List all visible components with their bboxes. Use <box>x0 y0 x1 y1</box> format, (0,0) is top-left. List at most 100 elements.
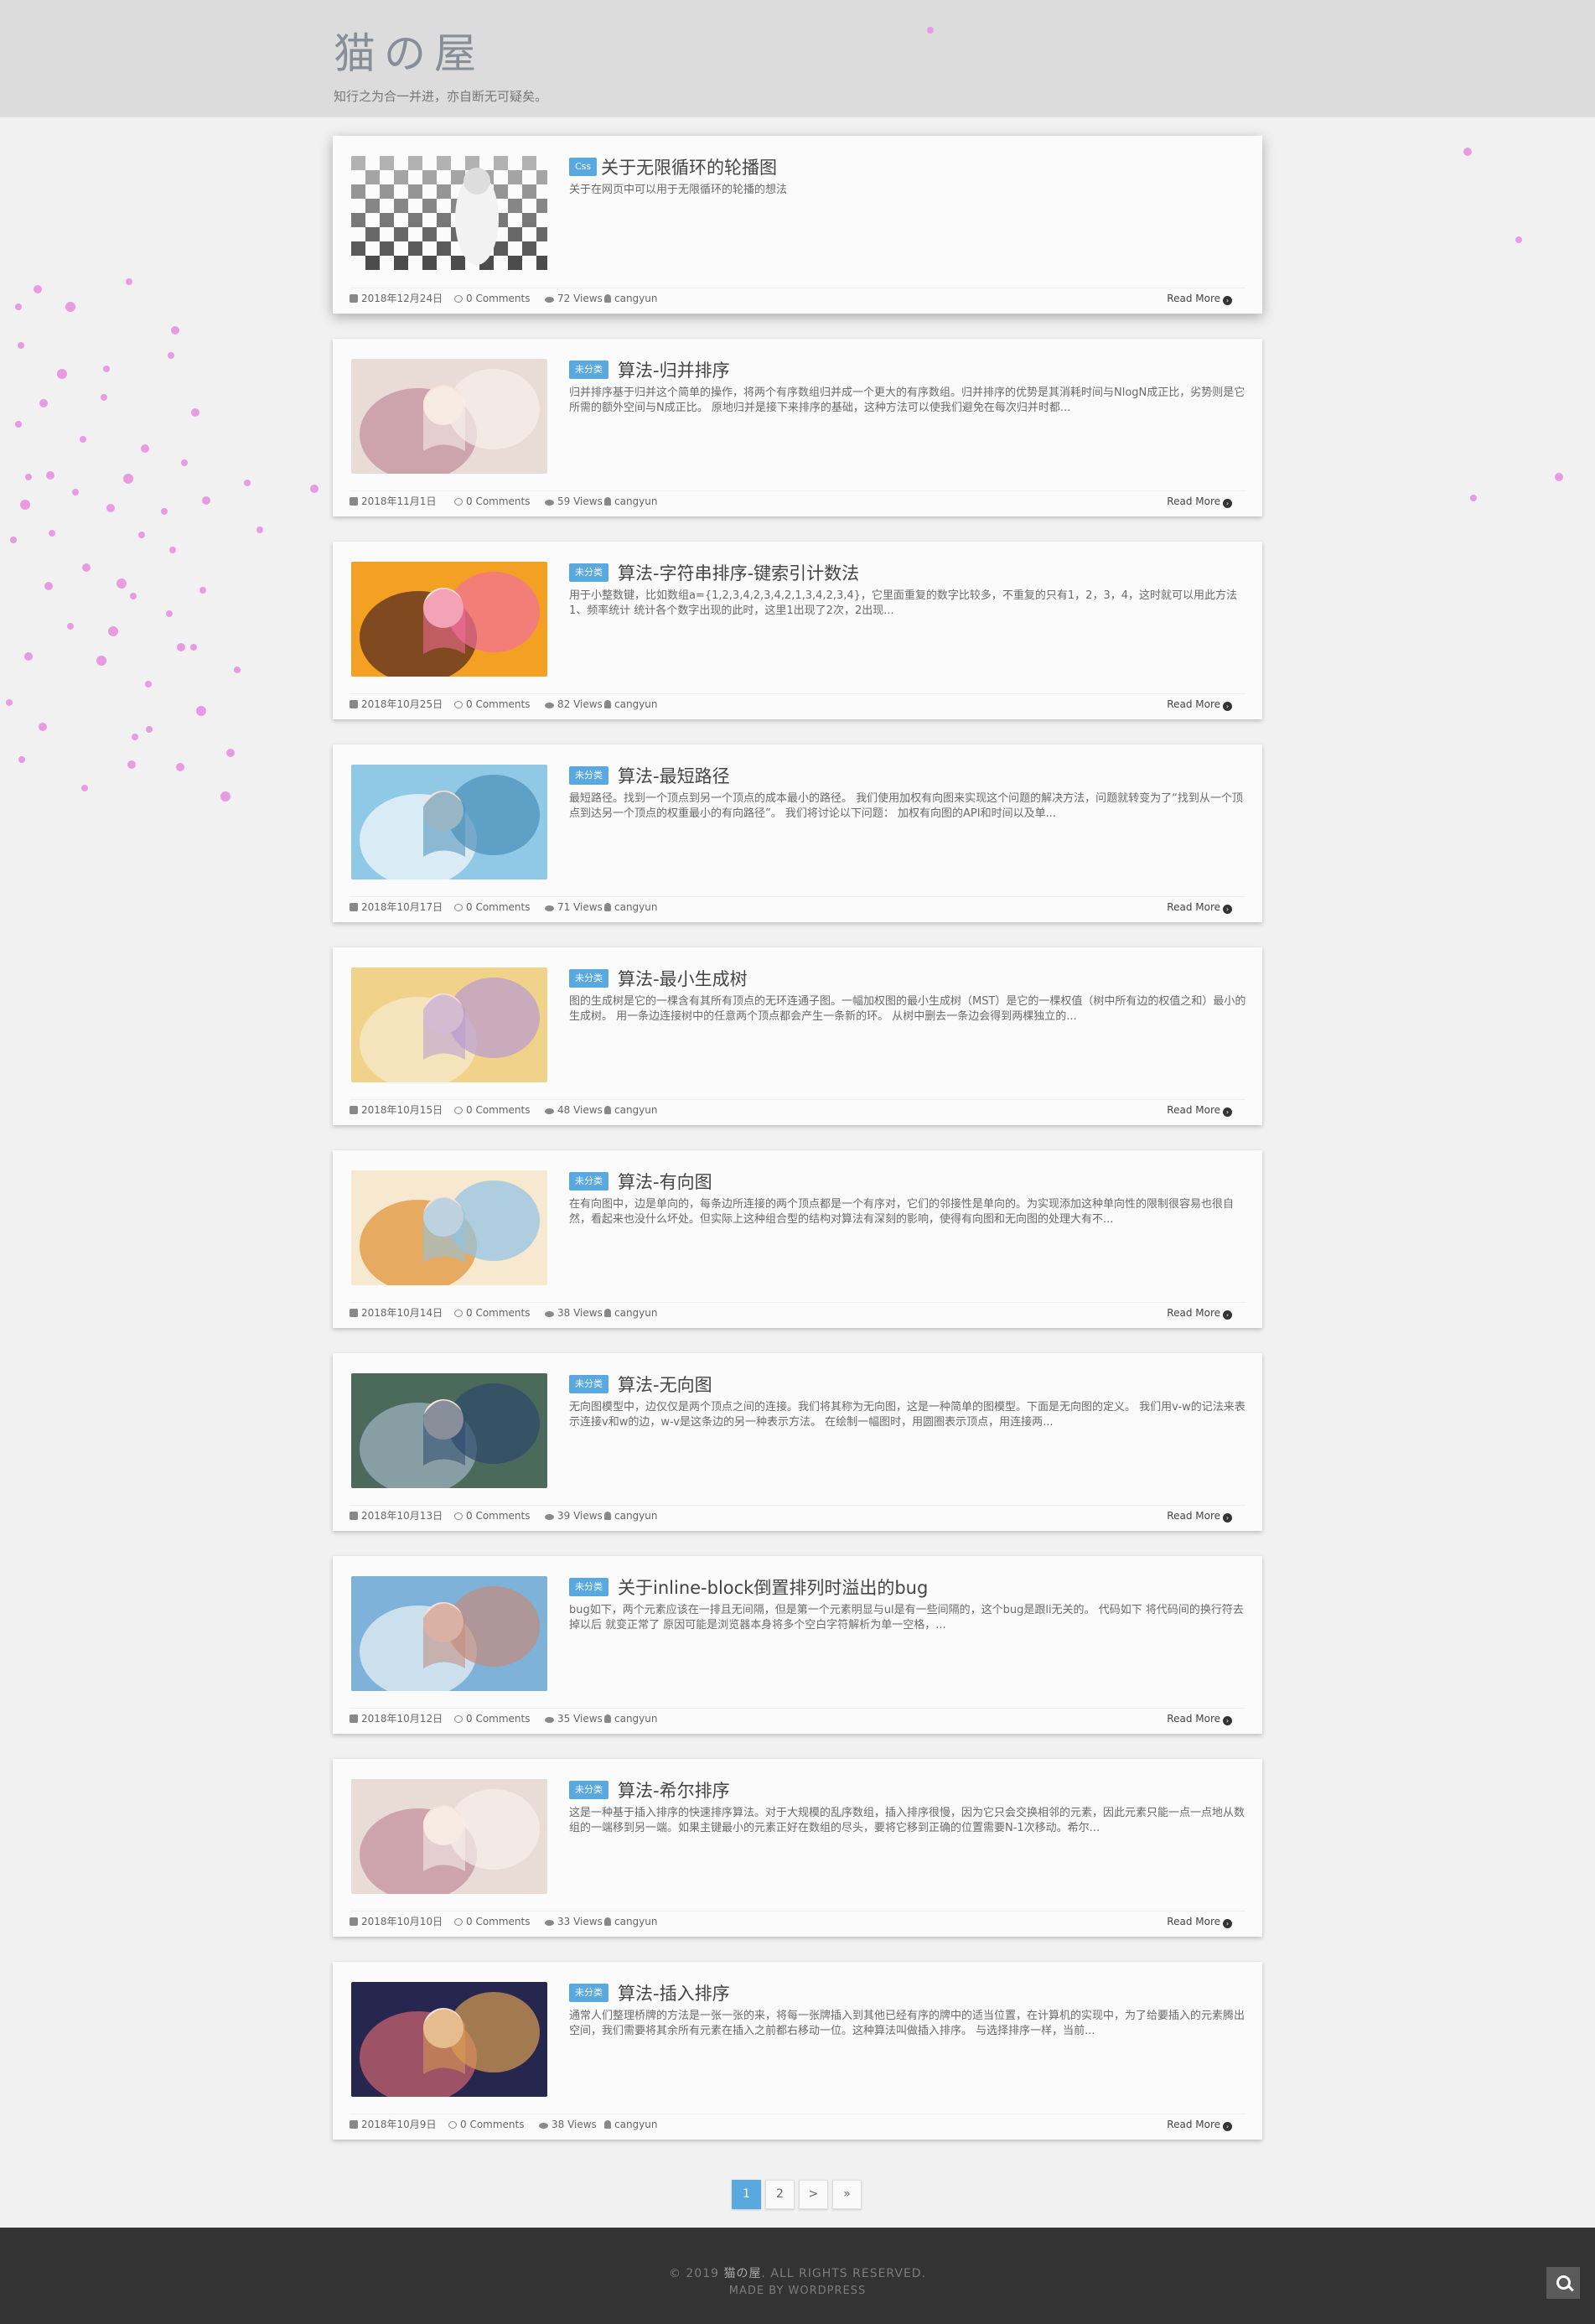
post-title[interactable]: 算法-最小生成树 <box>618 966 748 991</box>
particle-dot <box>145 681 152 687</box>
post-author-text: cangyun <box>614 1916 658 1927</box>
category-badge[interactable]: 未分类 <box>569 361 608 379</box>
post-comments[interactable]: 0 Comments <box>454 1709 531 1729</box>
post-author[interactable]: cangyun <box>604 491 658 511</box>
user-icon <box>604 1917 611 1926</box>
footer-made-by[interactable]: MADE BY WORDPRESS <box>0 2285 1595 2297</box>
read-more-link[interactable]: Read More › <box>1167 491 1232 511</box>
post-comments[interactable]: 0 Comments <box>454 1506 531 1526</box>
post-meta: 2018年10月25日 0 Comments 82 Views cangyun … <box>350 693 1245 714</box>
page-current[interactable]: 1 <box>732 2180 761 2209</box>
post-comments[interactable]: 0 Comments <box>454 1100 531 1120</box>
category-badge[interactable]: 未分类 <box>569 766 608 785</box>
chevron-circle-right-icon: › <box>1223 1310 1232 1320</box>
particle-dot <box>181 459 188 466</box>
post-excerpt: 归并排序基于归并这个简单的操作，将两个有序数组归并成一个更大的有序数组。归并排序… <box>569 386 1245 414</box>
category-badge[interactable]: 未分类 <box>569 1984 608 2002</box>
post-title[interactable]: 关于无限循环的轮播图 <box>601 154 777 179</box>
post-comments[interactable]: 0 Comments <box>448 2114 525 2135</box>
post-thumbnail[interactable] <box>351 765 547 879</box>
particle-dot <box>196 706 206 716</box>
search-button[interactable] <box>1546 2267 1580 2299</box>
post-meta: 2018年10月10日 0 Comments 33 Views cangyun … <box>350 1911 1245 1932</box>
calendar-icon <box>350 700 358 708</box>
post-date: 2018年10月15日 <box>350 1100 443 1120</box>
category-badge[interactable]: 未分类 <box>569 1375 608 1393</box>
post-title[interactable]: 算法-插入排序 <box>618 1980 730 2005</box>
read-more-link[interactable]: Read More › <box>1167 1303 1232 1323</box>
post-excerpt: bug如下，两个元素应该在一排且无间隔，但是第一个元素明显与ul是有一些间隔的，… <box>569 1604 1244 1631</box>
post-author[interactable]: cangyun <box>604 897 658 917</box>
post-thumbnail[interactable] <box>351 1170 547 1285</box>
particle-dot <box>234 667 241 673</box>
footer-site-link[interactable]: 猫の屋 <box>723 2267 761 2280</box>
category-badge[interactable]: 未分类 <box>569 563 608 582</box>
post-thumbnail[interactable] <box>351 1576 547 1691</box>
read-more-link[interactable]: Read More › <box>1167 897 1232 917</box>
read-more-text: Read More <box>1167 1104 1220 1116</box>
category-badge[interactable]: 未分类 <box>569 1781 608 1799</box>
post-comments[interactable]: 0 Comments <box>454 491 531 511</box>
post-title[interactable]: 算法-希尔排序 <box>618 1777 730 1803</box>
calendar-icon <box>350 2120 358 2129</box>
post-author[interactable]: cangyun <box>604 2114 658 2135</box>
post-thumbnail[interactable] <box>351 1373 547 1488</box>
post-comments[interactable]: 0 Comments <box>454 1303 531 1323</box>
read-more-link[interactable]: Read More › <box>1167 1709 1232 1729</box>
post-title[interactable]: 算法-归并排序 <box>618 357 730 382</box>
post-thumbnail[interactable] <box>351 359 547 474</box>
post-card: 未分类 算法-插入排序 通常人们整理桥牌的方法是一张一张的来，将每一张牌插入到其… <box>333 1962 1262 2140</box>
post-comments[interactable]: 0 Comments <box>454 288 531 309</box>
post-views-text: 48 Views <box>557 1104 603 1116</box>
comment-icon <box>454 1310 463 1317</box>
post-title[interactable]: 关于inline-block倒置排列时溢出的bug <box>618 1574 928 1600</box>
post-author[interactable]: cangyun <box>604 1506 658 1526</box>
post-author[interactable]: cangyun <box>604 288 658 309</box>
category-badge[interactable]: 未分类 <box>569 969 608 988</box>
post-author[interactable]: cangyun <box>604 1100 658 1120</box>
copyright-prefix: © 2019 <box>668 2267 724 2280</box>
post-thumbnail[interactable] <box>351 562 547 677</box>
post-thumbnail[interactable] <box>351 1779 547 1894</box>
read-more-link[interactable]: Read More › <box>1167 1100 1232 1120</box>
post-author[interactable]: cangyun <box>604 694 658 714</box>
particle-dot <box>15 303 22 310</box>
post-comments[interactable]: 0 Comments <box>454 1912 531 1932</box>
category-badge[interactable]: 未分类 <box>569 1578 608 1596</box>
read-more-link[interactable]: Read More › <box>1167 288 1232 309</box>
category-badge[interactable]: Css <box>569 158 598 176</box>
post-thumbnail[interactable] <box>351 967 547 1082</box>
user-icon <box>604 903 611 911</box>
footer-copyright: © 2019 猫の屋. ALL RIGHTS RESERVED. <box>0 2264 1595 2281</box>
post-thumbnail[interactable] <box>351 156 547 271</box>
post-comments[interactable]: 0 Comments <box>454 897 531 917</box>
particle-dot <box>191 408 199 417</box>
post-views: 82 Views <box>545 694 603 714</box>
post-author[interactable]: cangyun <box>604 1709 658 1729</box>
post-thumbnail[interactable] <box>351 1982 547 2097</box>
particle-dot <box>126 278 132 285</box>
particle-dot <box>130 593 137 599</box>
page-link[interactable]: » <box>832 2180 862 2209</box>
post-author[interactable]: cangyun <box>604 1303 658 1323</box>
page-link[interactable]: > <box>799 2180 828 2209</box>
post-title[interactable]: 算法-有向图 <box>618 1169 712 1194</box>
read-more-link[interactable]: Read More › <box>1167 694 1232 714</box>
post-title[interactable]: 算法-无向图 <box>618 1372 712 1397</box>
read-more-link[interactable]: Read More › <box>1167 2114 1232 2135</box>
post-comments[interactable]: 0 Comments <box>454 694 531 714</box>
chevron-circle-right-icon: › <box>1223 1108 1232 1117</box>
read-more-link[interactable]: Read More › <box>1167 1506 1232 1526</box>
post-author[interactable]: cangyun <box>604 1912 658 1932</box>
read-more-link[interactable]: Read More › <box>1167 1912 1232 1932</box>
post-title[interactable]: 算法-字符串排序-键索引计数法 <box>618 560 859 585</box>
read-more-text: Read More <box>1167 698 1220 710</box>
post-title[interactable]: 算法-最短路径 <box>618 763 730 788</box>
post-author-text: cangyun <box>614 698 658 710</box>
page-link[interactable]: 2 <box>765 2180 795 2209</box>
category-badge[interactable]: 未分类 <box>569 1172 608 1191</box>
comment-icon <box>454 1512 463 1520</box>
post-views-text: 72 Views <box>557 293 603 304</box>
site-title[interactable]: 猫の屋 <box>334 20 484 80</box>
particle-dot <box>39 723 47 731</box>
